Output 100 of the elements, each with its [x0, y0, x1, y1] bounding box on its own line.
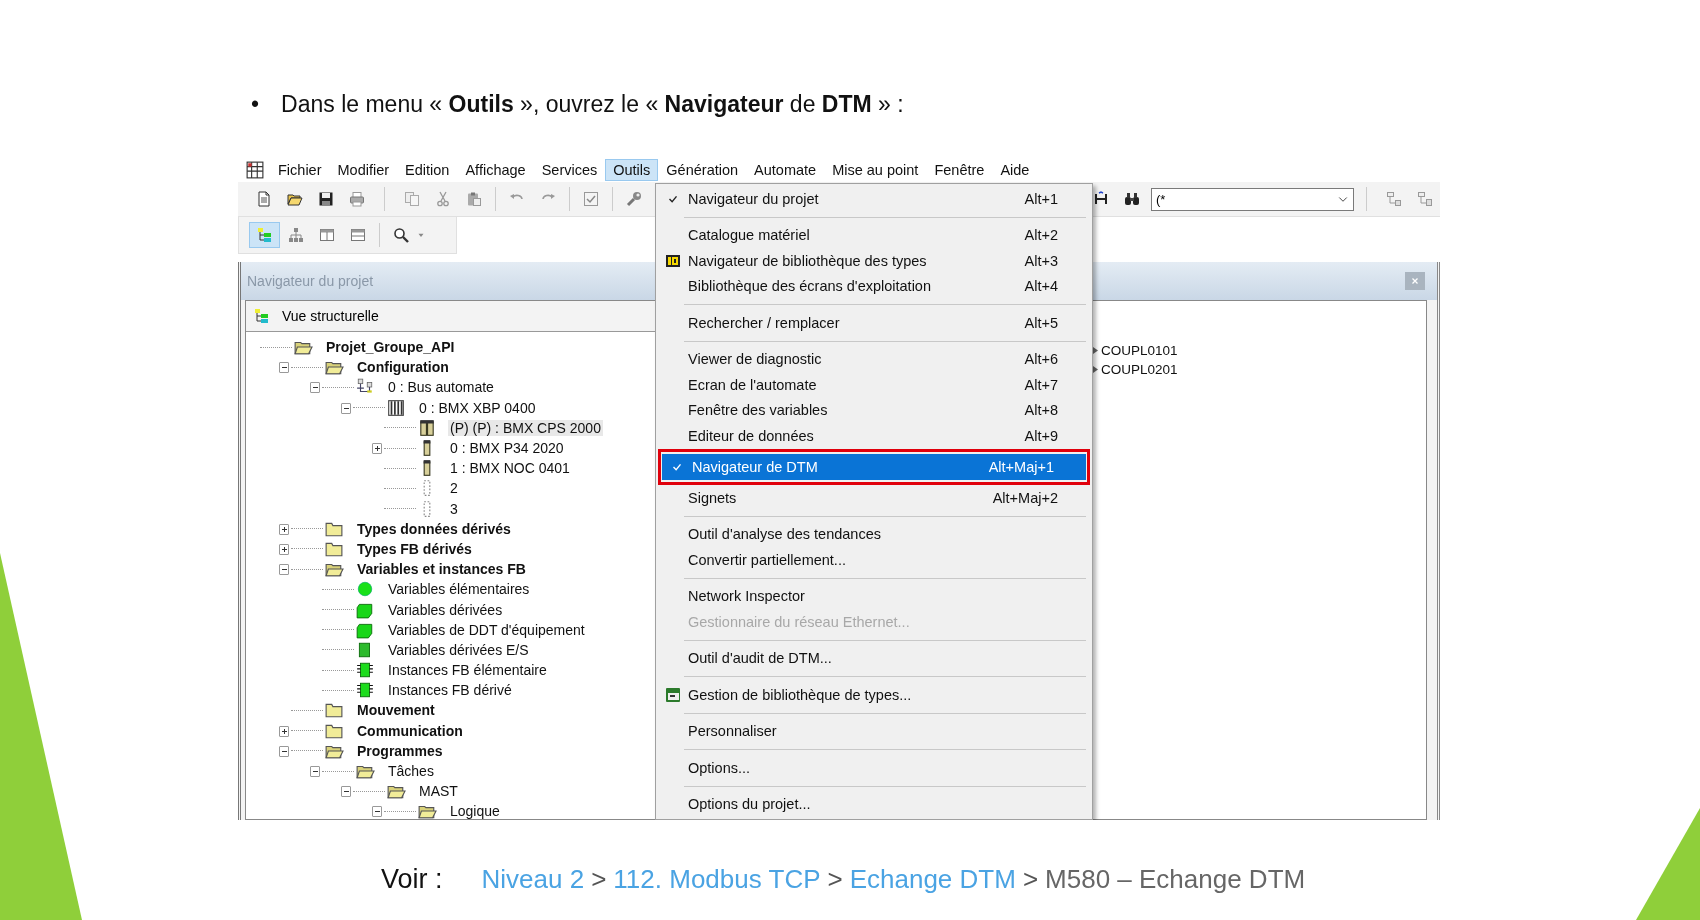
see-label: Voir : — [381, 863, 443, 895]
tree-item[interactable]: Instances FB dérivé — [386, 682, 514, 699]
expand-toggle[interactable] — [372, 443, 382, 455]
menu-item[interactable]: Network Inspector — [658, 583, 1090, 609]
hierarchy-icon[interactable] — [287, 227, 304, 243]
tree-item[interactable]: Configuration — [355, 359, 451, 376]
folder-icon[interactable] — [286, 191, 303, 207]
menu-item[interactable]: Editeur de données Alt+9 — [658, 423, 1090, 449]
tree-item[interactable]: Communication — [355, 722, 465, 739]
collapse-toggle[interactable] — [279, 745, 289, 757]
connect-icon[interactable] — [1092, 191, 1109, 207]
menu[interactable]: Automate — [746, 159, 825, 181]
menu-item[interactable]: Personnaliser — [658, 718, 1090, 744]
collapse-toggle[interactable] — [310, 766, 320, 778]
view-label: Vue structurelle — [282, 308, 379, 324]
panel-title: Navigateur du projet — [247, 273, 374, 289]
menu-item[interactable]: Navigateur de DTM Alt+Maj+1 — [658, 448, 1090, 485]
instruction-text: Dans le menu « Outils », ouvrez le « Navigateur de DTM » : — [281, 90, 904, 118]
wrench-icon[interactable] — [625, 191, 642, 207]
filter-combo[interactable]: (* — [1151, 187, 1354, 211]
expand-toggle[interactable] — [279, 523, 289, 535]
paste-icon[interactable] — [465, 191, 482, 207]
folder-icon — [323, 701, 345, 720]
chip-icon — [354, 681, 376, 700]
menu-item[interactable]: Bibliothèque des écrans d'exploitation Alt+4 — [658, 273, 1090, 299]
network-icon[interactable] — [1416, 191, 1433, 207]
tree-item[interactable]: 0 : BMX P34 2020 — [448, 440, 566, 457]
rows-icon[interactable] — [349, 227, 366, 243]
book-icon — [665, 252, 681, 269]
menu-item[interactable]: Options... — [658, 755, 1090, 781]
bullet: • — [251, 90, 260, 118]
breadcrumb-separator: > — [1022, 863, 1039, 895]
collapse-toggle[interactable] — [341, 786, 351, 798]
tree-item[interactable]: Programmes — [355, 742, 445, 759]
menu-item[interactable]: Fenêtre des variables Alt+8 — [658, 397, 1090, 423]
menu[interactable]: Fichier — [270, 159, 330, 181]
menu-item[interactable]: Ecran de l'automate Alt+7 — [658, 372, 1090, 398]
tree-item[interactable]: Logique — [448, 803, 502, 819]
menu[interactable]: Modifier — [329, 159, 398, 181]
structure-icon[interactable] — [254, 308, 270, 324]
menu-item[interactable]: Rechercher / remplacer Alt+5 — [658, 310, 1090, 336]
menu[interactable]: Génération — [658, 159, 747, 181]
menu-item[interactable]: Viewer de diagnostic Alt+6 — [658, 346, 1090, 372]
binoculars-icon[interactable] — [1123, 191, 1140, 207]
app-icon[interactable] — [246, 161, 264, 179]
expand-toggle[interactable] — [279, 725, 289, 737]
tree-item[interactable]: 2 — [448, 480, 460, 497]
save-icon[interactable] — [317, 191, 334, 207]
menu-item: Gestionnaire du réseau Ethernet... — [687, 612, 911, 632]
tree-item[interactable]: Variables élémentaires — [386, 581, 532, 598]
columns-icon[interactable] — [318, 227, 335, 243]
tree-item[interactable]: Instances FB élémentaire — [386, 662, 549, 679]
menu-item[interactable]: Outil d'analyse des tendances — [658, 521, 1090, 547]
printer-icon[interactable] — [348, 191, 365, 207]
cut-icon[interactable] — [434, 191, 451, 207]
zoom-icon[interactable] — [392, 227, 409, 243]
menu[interactable]: Mise au point — [824, 159, 927, 181]
menu[interactable]: Aide — [992, 159, 1038, 181]
tree-item[interactable]: (P) (P) : BMX CPS 2000 — [448, 419, 603, 436]
tree-item[interactable]: Tâches — [386, 763, 436, 780]
close-icon — [1410, 276, 1420, 286]
tree-item[interactable]: 0 : BMX XBP 0400 — [417, 399, 538, 416]
menu-item[interactable]: Outil d'audit de DTM... — [658, 645, 1090, 671]
tree-item[interactable]: 3 — [448, 500, 460, 517]
tree-item[interactable]: Variables dérivées — [386, 601, 505, 618]
new-page-icon[interactable] — [255, 191, 272, 207]
expand-toggle[interactable] — [279, 543, 289, 555]
tree-item[interactable]: Variables et instances FB — [355, 561, 528, 578]
tree-item[interactable]: 1 : BMX NOC 0401 — [448, 460, 572, 477]
tree-item[interactable]: COUPL0201 — [1101, 362, 1178, 377]
menu[interactable]: Services — [533, 159, 606, 181]
collapse-toggle[interactable] — [279, 564, 289, 576]
collapse-toggle[interactable] — [310, 382, 320, 394]
collapse-toggle[interactable] — [372, 806, 382, 818]
menu-item[interactable]: Signets Alt+Maj+2 — [658, 485, 1090, 511]
tree-item[interactable]: Projet_Groupe_API — [324, 339, 457, 356]
menu-item[interactable]: Convertir partiellement... — [658, 547, 1090, 573]
menu-item[interactable]: Options du projet... — [658, 791, 1090, 817]
tree-item[interactable]: Mouvement — [355, 702, 437, 719]
tree-item[interactable]: MAST — [417, 783, 460, 800]
network-icon[interactable] — [1385, 191, 1402, 207]
tree-item[interactable]: Variables dérivées E/S — [386, 641, 531, 658]
tree-item[interactable]: Variables de DDT d'équipement — [386, 621, 587, 638]
collapse-toggle[interactable] — [341, 402, 351, 414]
menu-item[interactable]: Navigateur du projet Alt+1 — [658, 186, 1090, 212]
collapse-toggle[interactable] — [279, 362, 289, 374]
tree-view-icon[interactable] — [256, 227, 273, 243]
check-icon[interactable] — [582, 191, 599, 207]
tree-item[interactable]: Types FB dérivés — [355, 540, 474, 557]
tree-item[interactable]: Types données dérivés — [355, 520, 513, 537]
menu-item[interactable]: Catalogue matériel Alt+2 — [658, 222, 1090, 248]
menu-item[interactable]: Navigateur de bibliothèque des types Alt+3 — [658, 248, 1090, 274]
tree-item[interactable]: 0 : Bus automate — [386, 379, 496, 396]
menu-item[interactable]: Gestion de bibliothèque de types... — [658, 682, 1090, 708]
menu[interactable]: Outils — [605, 159, 659, 181]
arrow-icon — [1093, 366, 1098, 373]
menu[interactable]: Edition — [397, 159, 458, 181]
menu[interactable]: Affichage — [457, 159, 534, 181]
menu[interactable]: Fenêtre — [926, 159, 993, 181]
tree-item[interactable]: COUPL0101 — [1101, 343, 1178, 358]
